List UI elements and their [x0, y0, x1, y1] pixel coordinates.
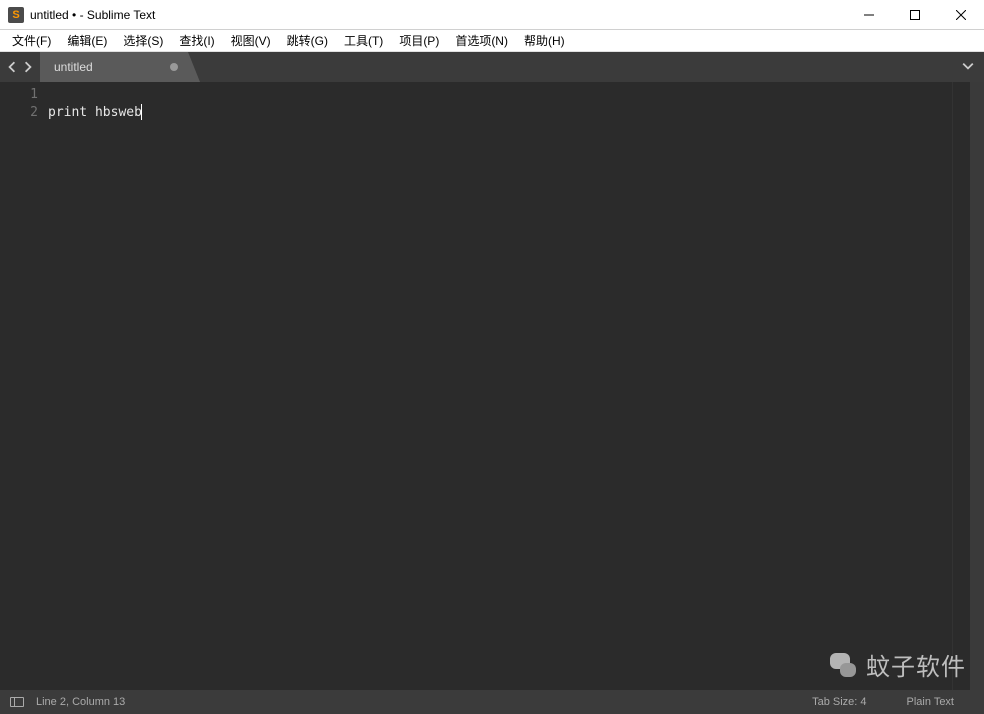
tab-label: untitled — [54, 60, 93, 74]
app-icon: S — [8, 7, 24, 23]
watermark-text: 蚊子软件 — [866, 647, 966, 682]
tab-bar: untitled — [0, 52, 984, 82]
status-syntax[interactable]: Plain Text — [907, 696, 955, 708]
minimize-button[interactable] — [846, 0, 892, 30]
menu-select[interactable]: 选择(S) — [115, 30, 171, 51]
minimap[interactable] — [952, 82, 970, 690]
code-line — [48, 86, 952, 104]
line-number: 1 — [0, 86, 38, 104]
window-title: untitled • - Sublime Text — [30, 8, 155, 22]
panel-toggle-icon[interactable] — [10, 697, 24, 707]
tab-dirty-indicator-icon — [170, 63, 178, 71]
menu-edit[interactable]: 编辑(E) — [59, 30, 115, 51]
vertical-scrollbar[interactable] — [970, 82, 984, 690]
menu-file[interactable]: 文件(F) — [4, 30, 59, 51]
menu-tools[interactable]: 工具(T) — [336, 30, 391, 51]
menu-help[interactable]: 帮助(H) — [516, 30, 573, 51]
line-number-gutter: 1 2 — [0, 82, 48, 690]
line-number: 2 — [0, 104, 38, 122]
nav-forward-icon[interactable] — [22, 61, 34, 73]
close-button[interactable] — [938, 0, 984, 30]
menu-bar: 文件(F) 编辑(E) 选择(S) 查找(I) 视图(V) 跳转(G) 工具(T… — [0, 30, 984, 52]
text-cursor-icon — [141, 104, 142, 120]
maximize-button[interactable] — [892, 0, 938, 30]
status-position[interactable]: Line 2, Column 13 — [36, 696, 125, 708]
menu-project[interactable]: 项目(P) — [391, 30, 447, 51]
tab-dropdown-icon[interactable] — [962, 60, 974, 75]
window-titlebar: S untitled • - Sublime Text — [0, 0, 984, 30]
menu-goto[interactable]: 跳转(G) — [279, 30, 336, 51]
menu-find[interactable]: 查找(I) — [171, 30, 222, 51]
tab-untitled[interactable]: untitled — [40, 52, 200, 82]
editor-area: 1 2 print hbsweb — [0, 82, 984, 690]
wechat-icon — [826, 649, 858, 681]
status-bar: Line 2, Column 13 Tab Size: 4 Plain Text — [0, 690, 984, 714]
status-tab-size[interactable]: Tab Size: 4 — [812, 696, 866, 708]
menu-view[interactable]: 视图(V) — [223, 30, 279, 51]
code-line: print hbsweb — [48, 104, 952, 122]
watermark: 蚊子软件 — [826, 647, 966, 682]
code-editor[interactable]: print hbsweb — [48, 82, 952, 690]
menu-preferences[interactable]: 首选项(N) — [447, 30, 516, 51]
nav-back-icon[interactable] — [6, 61, 18, 73]
